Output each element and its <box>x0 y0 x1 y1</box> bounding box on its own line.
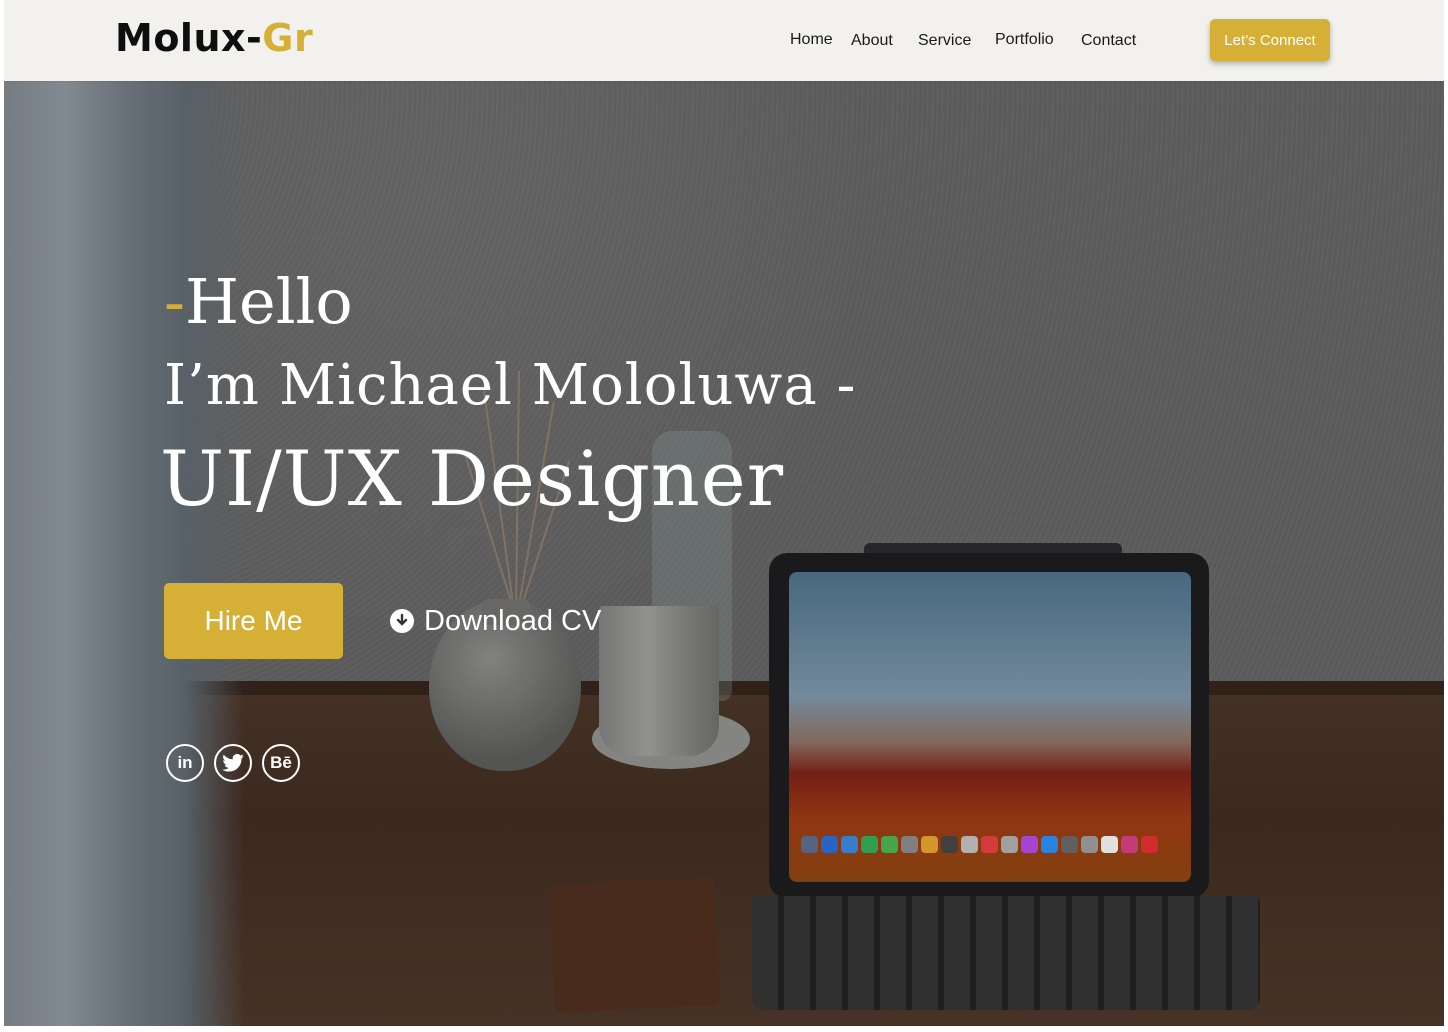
nav-contact[interactable]: Contact <box>1081 31 1136 51</box>
linkedin-icon[interactable]: in <box>166 744 204 782</box>
behance-icon[interactable]: Bē <box>262 744 300 782</box>
site-header: Molux-Gr Home About Service Portfolio Co… <box>4 0 1444 81</box>
nav-portfolio[interactable]: Portfolio <box>995 30 1054 50</box>
behance-icon-text: Bē <box>270 753 292 772</box>
site-logo[interactable]: Molux-Gr <box>115 14 313 62</box>
logo-accent: Gr <box>262 16 314 60</box>
greeting-dash: - <box>164 265 185 338</box>
linkedin-icon-text: in <box>177 753 193 772</box>
hero-intro: I’m Michael Mololuwa - <box>164 353 857 418</box>
hero-section: -Hello I’m Michael Mololuwa - UI/UX Desi… <box>4 81 1444 1026</box>
hero-role: UI/UX Designer <box>160 434 785 523</box>
greeting-text: Hello <box>184 265 353 338</box>
twitter-bird-glyph <box>222 754 244 772</box>
nav-home[interactable]: Home <box>790 30 833 50</box>
lets-connect-button[interactable]: Let’s Connect <box>1210 19 1330 61</box>
download-icon <box>390 609 414 633</box>
download-cv-link[interactable]: Download CV <box>390 601 601 641</box>
hire-me-button[interactable]: Hire Me <box>164 583 343 659</box>
download-cv-label: Download CV <box>424 604 602 637</box>
hero-overlay <box>4 81 1444 1026</box>
page-frame: -Hello I’m Michael Mololuwa - UI/UX Desi… <box>4 0 1444 1026</box>
nav-about[interactable]: About <box>851 31 893 51</box>
logo-main: Molux- <box>115 16 263 60</box>
hero-greeting: -Hello <box>164 262 353 342</box>
social-links: in Bē <box>166 744 300 782</box>
twitter-icon[interactable] <box>214 744 252 782</box>
nav-service[interactable]: Service <box>918 31 971 51</box>
